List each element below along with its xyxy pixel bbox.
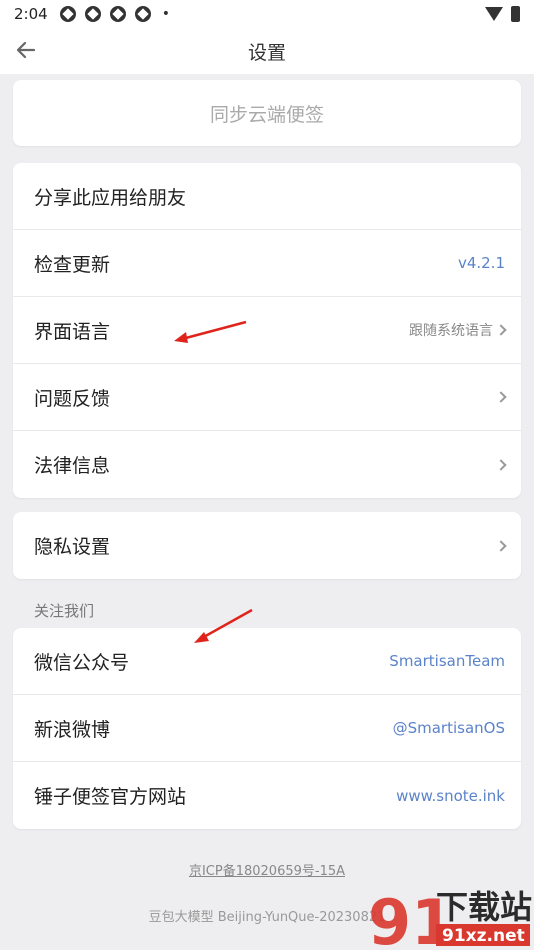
general-settings-card: 分享此应用给朋友 检查更新 v4.2.1 界面语言 跟随系统语言 问题反馈 法律… — [13, 163, 521, 498]
legal-info-item[interactable]: 法律信息 — [13, 431, 521, 498]
sync-cloud-button[interactable]: 同步云端便签 — [13, 80, 521, 146]
status-time: 2:04 — [14, 5, 48, 23]
notification-icon — [84, 6, 101, 22]
chevron-right-icon — [495, 539, 507, 552]
privacy-settings-item[interactable]: 隐私设置 — [13, 512, 521, 579]
share-app-label: 分享此应用给朋友 — [34, 186, 187, 209]
chevron-right-icon — [495, 458, 507, 471]
legal-info-label: 法律信息 — [34, 455, 111, 477]
title-bar: 设置 — [0, 28, 534, 74]
privacy-card: 隐私设置 — [13, 512, 521, 579]
page-title: 设置 — [247, 42, 286, 64]
website-label: 锤子便签官方网站 — [34, 786, 187, 808]
notification-icon — [134, 6, 151, 22]
website-item[interactable]: 锤子便签官方网站 www.snote.ink — [13, 762, 521, 829]
feedback-label: 问题反馈 — [34, 387, 111, 410]
website-value: www.snote.ink — [396, 786, 505, 805]
status-right — [485, 6, 520, 22]
sync-cloud-label: 同步云端便签 — [209, 103, 324, 126]
follow-us-card: 微信公众号 SmartisanTeam 新浪微博 @SmartisanOS 锤子… — [13, 628, 521, 829]
battery-icon — [511, 6, 520, 22]
follow-us-section-title: 关注我们 — [34, 602, 95, 620]
notification-icon — [109, 6, 126, 22]
more-notifications-dot: • — [161, 6, 170, 22]
privacy-settings-label: 隐私设置 — [34, 536, 111, 558]
wechat-value: SmartisanTeam — [389, 652, 505, 670]
weibo-item[interactable]: 新浪微博 @SmartisanOS — [13, 695, 521, 762]
version-value: v4.2.1 — [457, 254, 505, 272]
annotation-arrow-icon — [194, 608, 253, 643]
watermark-url: 91xz.net — [442, 926, 525, 946]
wechat-label: 微信公众号 — [34, 651, 130, 674]
status-bar: 2:04 • — [0, 0, 534, 28]
weibo-value: @SmartisanOS — [392, 719, 505, 737]
notification-icon — [59, 6, 76, 22]
wifi-icon — [485, 7, 503, 21]
check-update-label: 检查更新 — [34, 253, 111, 276]
check-update-item[interactable]: 检查更新 v4.2.1 — [13, 230, 521, 297]
language-item[interactable]: 界面语言 跟随系统语言 — [13, 297, 521, 364]
chevron-right-icon — [495, 391, 507, 403]
watermark-logo: 91 下载站 91xz.net — [364, 878, 534, 950]
watermark-brand: 下载站 — [436, 888, 532, 926]
wechat-item[interactable]: 微信公众号 SmartisanTeam — [13, 628, 521, 695]
chevron-right-icon — [495, 324, 507, 336]
annotation-arrow-icon — [174, 320, 247, 343]
feedback-item[interactable]: 问题反馈 — [13, 364, 521, 431]
language-value: 跟随系统语言 — [409, 323, 493, 339]
icp-license-link[interactable]: 京ICP备18020659号-15A — [0, 860, 534, 879]
weibo-label: 新浪微博 — [34, 718, 111, 741]
share-app-item[interactable]: 分享此应用给朋友 — [13, 163, 521, 230]
